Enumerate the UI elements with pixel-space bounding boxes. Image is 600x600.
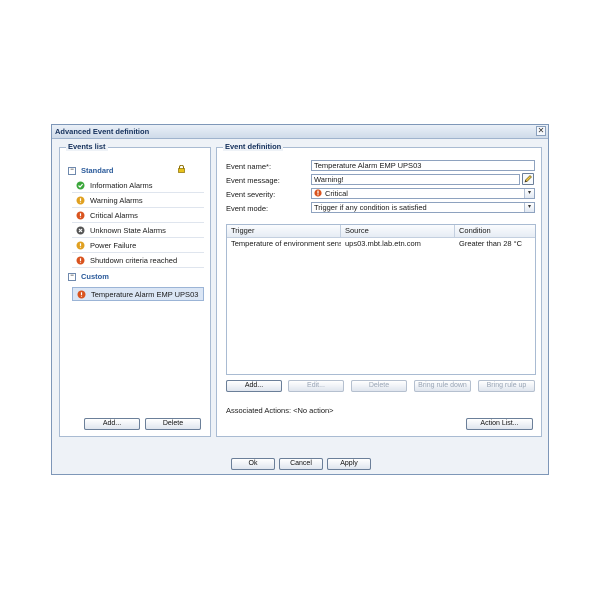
critical-icon	[76, 256, 85, 264]
collapse-standard-icon[interactable]: −	[68, 167, 76, 176]
event-severity-label: Event severity:	[226, 190, 276, 199]
custom-group-header[interactable]: − Custom	[68, 272, 109, 282]
associated-actions-text: Associated Actions: <No action>	[226, 406, 334, 415]
bring-rule-down-button[interactable]: Bring rule down	[414, 380, 471, 392]
event-severity-select[interactable]: Critical ▾	[311, 188, 535, 199]
event-definition-panel: Event definition Event name*: Temperatur…	[216, 142, 542, 437]
list-item-label: Warning Alarms	[90, 195, 143, 205]
lock-icon	[178, 165, 185, 173]
critical-icon	[76, 211, 85, 219]
custom-events-list: Temperature Alarm EMP UPS03	[72, 287, 204, 301]
col-header-trigger[interactable]: Trigger	[227, 225, 341, 237]
list-item-label: Critical Alarms	[90, 210, 138, 220]
list-item[interactable]: Power Failure	[72, 238, 204, 253]
event-severity-value: Critical	[325, 189, 348, 198]
cell-trigger: Temperature of environment senso...	[231, 239, 341, 248]
apply-button[interactable]: Apply	[327, 458, 371, 470]
cancel-button[interactable]: Cancel	[279, 458, 323, 470]
standard-group-header[interactable]: − Standard	[68, 166, 114, 176]
dialog-titlebar[interactable]: Advanced Event definition ✕	[52, 125, 548, 139]
cell-condition: Greater than 28 °C	[459, 239, 523, 248]
warning-icon	[76, 241, 85, 249]
unknown-icon	[76, 226, 85, 234]
custom-group-label: Custom	[81, 272, 109, 281]
dialog-title: Advanced Event definition	[55, 127, 150, 136]
rule-edit-button[interactable]: Edit...	[288, 380, 344, 392]
advanced-event-dialog: Advanced Event definition ✕ Events list …	[51, 124, 549, 475]
pencil-icon	[524, 175, 532, 183]
list-item-label: Temperature Alarm EMP UPS03	[91, 289, 199, 299]
list-item[interactable]: Unknown State Alarms	[72, 223, 204, 238]
events-delete-button[interactable]: Delete	[145, 418, 201, 430]
edit-message-button[interactable]	[522, 173, 534, 185]
events-list-panel: Events list − Standard Information Alarms…	[59, 142, 211, 437]
event-name-label: Event name*:	[226, 162, 272, 171]
close-icon[interactable]: ✕	[536, 126, 546, 136]
event-name-field[interactable]: Temperature Alarm EMP UPS03	[311, 160, 535, 171]
critical-icon	[77, 290, 86, 298]
list-item[interactable]: Temperature Alarm EMP UPS03	[72, 287, 204, 301]
rules-table: Trigger Source Condition Temperature of …	[226, 224, 536, 375]
action-list-button[interactable]: Action List...	[466, 418, 533, 430]
rule-add-button[interactable]: Add...	[226, 380, 282, 392]
col-header-source[interactable]: Source	[341, 225, 455, 237]
bring-rule-up-button[interactable]: Bring rule up	[478, 380, 535, 392]
rule-delete-button[interactable]: Delete	[351, 380, 407, 392]
list-item[interactable]: Critical Alarms	[72, 208, 204, 223]
list-item-label: Information Alarms	[90, 180, 153, 190]
list-item-label: Unknown State Alarms	[90, 225, 166, 235]
standard-events-list: Information Alarms Warning Alarms Critical…	[72, 178, 204, 268]
rules-table-header: Trigger Source Condition	[227, 225, 535, 238]
event-mode-label: Event mode:	[226, 204, 269, 213]
list-item[interactable]: Warning Alarms	[72, 193, 204, 208]
green-check-icon	[76, 181, 85, 189]
list-item[interactable]: Shutdown criteria reached	[72, 253, 204, 268]
chevron-down-icon[interactable]: ▾	[524, 203, 534, 212]
standard-group-label: Standard	[81, 166, 114, 175]
event-message-field[interactable]: Warning!	[311, 174, 520, 185]
event-definition-legend: Event definition	[223, 142, 284, 151]
cell-source: ups03.mbt.lab.etn.com	[345, 239, 421, 248]
event-message-label: Event message:	[226, 176, 280, 185]
events-list-legend: Events list	[66, 142, 108, 151]
collapse-custom-icon[interactable]: −	[68, 273, 76, 282]
col-header-condition[interactable]: Condition	[455, 225, 535, 237]
event-mode-value: Trigger if any condition is satisfied	[314, 203, 427, 212]
critical-icon	[314, 189, 322, 197]
list-item[interactable]: Information Alarms	[72, 178, 204, 193]
event-mode-select[interactable]: Trigger if any condition is satisfied ▾	[311, 202, 535, 213]
list-item-label: Shutdown criteria reached	[90, 255, 178, 265]
ok-button[interactable]: Ok	[231, 458, 275, 470]
chevron-down-icon[interactable]: ▾	[524, 189, 534, 198]
warning-icon	[76, 196, 85, 204]
events-add-button[interactable]: Add...	[84, 418, 140, 430]
list-item-label: Power Failure	[90, 240, 137, 250]
